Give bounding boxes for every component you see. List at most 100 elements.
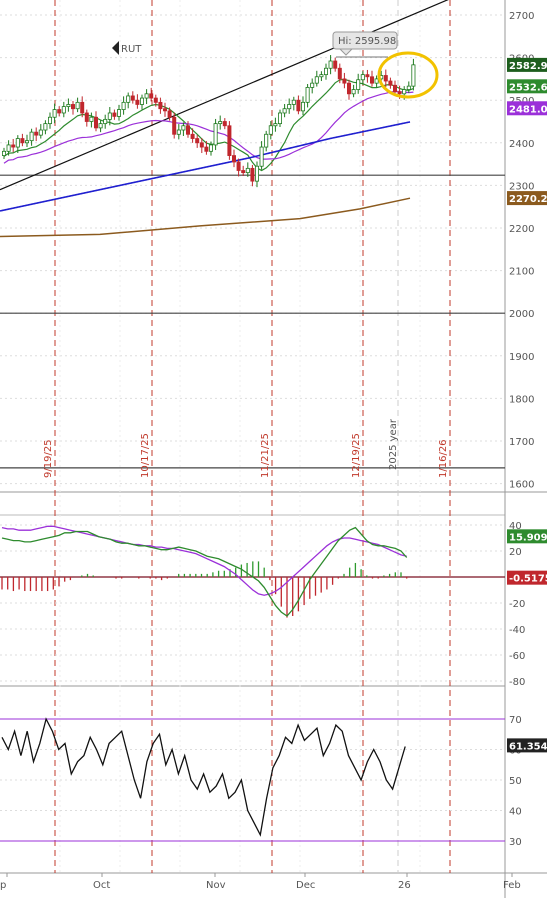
price-tick-label: 1700 xyxy=(509,437,534,448)
rsi-line xyxy=(1,717,406,837)
rsi-axis: 7060504030 xyxy=(509,715,522,848)
candle-body xyxy=(351,89,356,95)
candle-body xyxy=(250,167,255,182)
ma-blue-line xyxy=(0,121,411,212)
candle-body xyxy=(89,116,94,122)
rsi-tick-label: 40 xyxy=(509,807,522,818)
price-tick-label: 1800 xyxy=(509,394,534,405)
candle-body xyxy=(319,74,324,78)
candle-body xyxy=(34,131,39,136)
candle-body xyxy=(126,95,131,103)
candle-body xyxy=(388,80,393,86)
candle-body xyxy=(383,75,388,82)
candle-body xyxy=(43,123,48,131)
candle-body xyxy=(199,142,204,148)
macd-tick-label: -20 xyxy=(509,599,525,610)
candle-body xyxy=(29,131,34,142)
candle-body xyxy=(24,140,29,144)
macd-signal-line xyxy=(1,525,407,596)
vertical-date-label: 1/16/26 xyxy=(438,439,449,478)
candle-body xyxy=(254,165,259,182)
x-tick-label: Dec xyxy=(296,880,315,891)
candle-body xyxy=(310,82,315,88)
vertical-date-label: 9/19/25 xyxy=(43,439,54,478)
candle-body xyxy=(245,167,250,174)
candle-body xyxy=(158,101,163,110)
candle-body xyxy=(94,116,99,129)
candle-body xyxy=(342,78,347,84)
x-tick-label: 26 xyxy=(398,880,411,891)
x-tick-label: Oct xyxy=(93,880,110,891)
ma-brown-line xyxy=(0,197,411,238)
macd-tick-label: 20 xyxy=(509,547,522,558)
panel-frames xyxy=(0,0,547,898)
price-tick-label: 2700 xyxy=(509,11,534,22)
candle-body xyxy=(121,101,126,110)
candle-body xyxy=(195,138,200,144)
candle-body xyxy=(153,97,158,103)
candle-body xyxy=(356,79,361,90)
price-tag-text: 2532.61 xyxy=(509,82,547,93)
year-watermark: 2025 year xyxy=(388,418,399,470)
candle-body xyxy=(305,87,310,103)
x-axis: p Oct Nov Dec 26 Feb xyxy=(0,873,521,891)
candle-body xyxy=(15,138,20,148)
candle-body xyxy=(181,125,186,131)
rsi-panel[interactable]: 7060504030 61.3544 xyxy=(0,715,547,848)
candle-body xyxy=(135,99,140,105)
hi-callout: Hi: 2595.98 xyxy=(332,31,398,58)
candle-body xyxy=(231,155,236,163)
rsi-lines xyxy=(1,717,406,837)
macd-grid xyxy=(0,524,505,682)
candle-body xyxy=(190,133,195,139)
candle-body xyxy=(149,93,154,99)
candle-body xyxy=(208,144,213,152)
candle-body xyxy=(236,161,241,171)
price-tag-text: 2582.9 xyxy=(509,61,547,72)
moving-averages xyxy=(0,78,414,238)
candle-body xyxy=(273,123,278,127)
candle-body xyxy=(328,60,333,69)
candle-body xyxy=(222,121,227,127)
candle-body xyxy=(103,118,108,125)
candle-body xyxy=(291,99,296,105)
price-tick-label: 2000 xyxy=(509,309,534,320)
macd-tag-text: 15.9098 xyxy=(509,532,547,543)
macd-tick-label: -40 xyxy=(509,625,525,636)
macd-tag-text: -0.5175 xyxy=(509,574,547,585)
candle-body xyxy=(277,112,282,125)
candle-body xyxy=(337,67,342,80)
candle-body xyxy=(227,125,232,156)
upper-trend-line xyxy=(0,0,449,191)
rsi-tick-label: 50 xyxy=(509,776,522,787)
candle-body xyxy=(2,150,7,156)
price-tag-text: 2270.22 xyxy=(509,194,547,205)
candle-body xyxy=(84,112,89,122)
x-tick-label: p xyxy=(0,880,6,891)
candle-body xyxy=(52,109,57,118)
candle-body xyxy=(282,108,287,114)
candle-body xyxy=(406,85,411,90)
candle-body xyxy=(6,144,11,152)
candle-body xyxy=(259,146,264,167)
candle-body xyxy=(139,97,144,105)
rsi-tag-text: 61.3544 xyxy=(509,741,547,752)
candle-body xyxy=(172,116,177,135)
candle-body xyxy=(241,170,246,174)
price-panel[interactable]: 2700260025002400230022002100200019001800… xyxy=(0,0,547,491)
candle-body xyxy=(392,84,397,93)
vertical-date-label: 10/17/25 xyxy=(140,433,151,478)
macd-panel[interactable]: 40200-20-40-60-80 15.9098-0.5175 xyxy=(0,521,547,688)
candle-body xyxy=(80,101,85,114)
candle-body xyxy=(117,109,122,117)
price-tick-label: 1900 xyxy=(509,352,534,363)
candle-body xyxy=(61,106,66,114)
rsi-tag: 61.3544 xyxy=(507,738,547,753)
candle-body xyxy=(365,74,370,78)
candle-body xyxy=(374,78,379,84)
candle-body xyxy=(66,104,71,107)
candle-body xyxy=(268,125,273,135)
price-tick-label: 1600 xyxy=(509,480,534,491)
stock-chart[interactable]: 2700260025002400230022002100200019001800… xyxy=(0,0,547,898)
ma-purple-line xyxy=(3,90,414,164)
